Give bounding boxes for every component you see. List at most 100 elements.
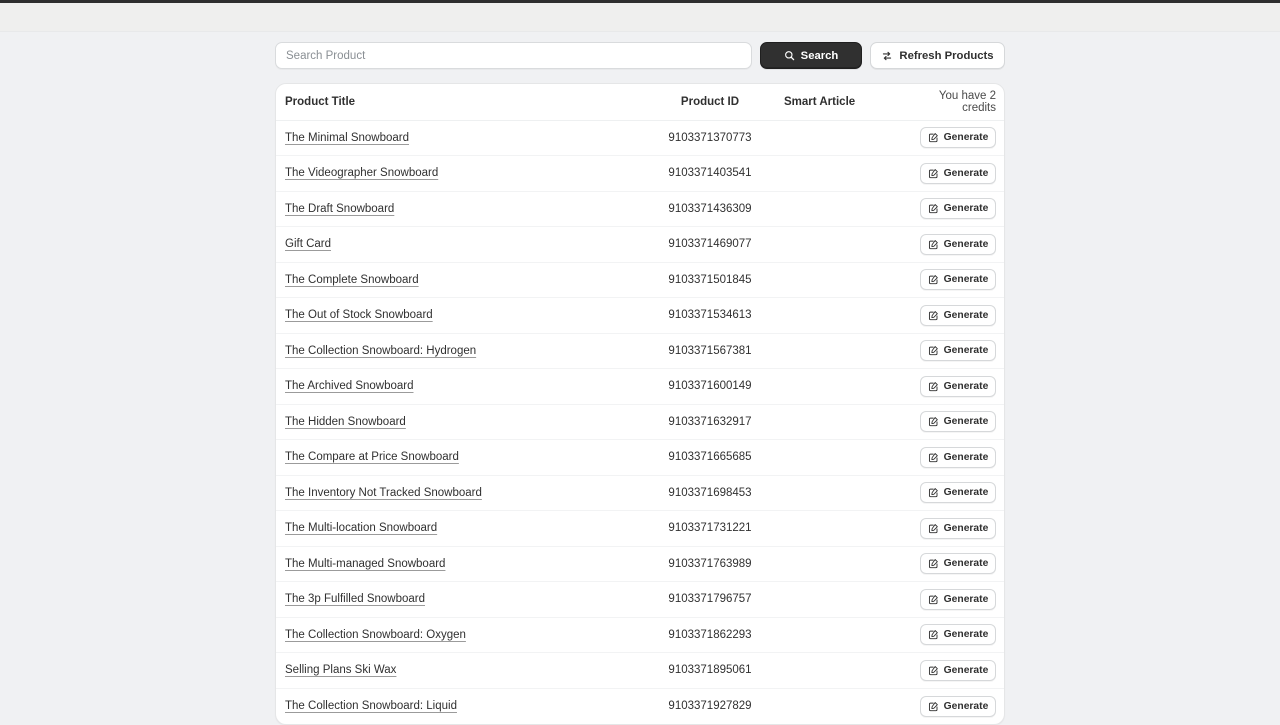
product-title-link[interactable]: The Collection Snowboard: Oxygen [285, 629, 466, 641]
cell-product-id: 9103371501845 [636, 262, 784, 298]
cell-action: Generate [902, 368, 1004, 405]
search-button-label: Search [800, 49, 839, 62]
table-row: The Inventory Not Tracked Snowboard 91033… [276, 475, 1004, 511]
product-title-link[interactable]: The 3p Fulfilled Snowboard [285, 593, 425, 605]
generate-button-label: Generate [943, 274, 989, 286]
compose-edit-icon [928, 381, 939, 392]
generate-button[interactable]: Generate [920, 411, 996, 433]
product-title-link[interactable]: The Collection Snowboard: Hydrogen [285, 345, 476, 357]
cell-smart-article [784, 404, 902, 440]
product-id-value: 9103371895061 [668, 664, 752, 677]
cell-action: Generate [902, 297, 1004, 334]
cell-product-id: 9103371370773 [636, 120, 784, 156]
generate-button-label: Generate [943, 593, 989, 605]
header-product-id: Product ID [636, 84, 784, 121]
product-id-value: 9103371698453 [668, 486, 752, 499]
cell-smart-article [784, 475, 902, 511]
generate-button[interactable]: Generate [920, 517, 996, 539]
generate-button[interactable]: Generate [920, 375, 996, 397]
compose-edit-icon [928, 629, 939, 640]
cell-action: Generate [902, 475, 1004, 511]
compose-edit-icon [928, 274, 939, 285]
generate-button[interactable]: Generate [920, 304, 996, 326]
generate-button[interactable]: Generate [920, 588, 996, 610]
generate-button[interactable]: Generate [920, 659, 996, 681]
cell-smart-article [784, 191, 902, 227]
cell-smart-article [784, 581, 902, 618]
product-title-link[interactable]: The Minimal Snowboard [285, 132, 409, 144]
generate-button-label: Generate [943, 558, 989, 570]
cell-action: Generate [902, 404, 1004, 440]
generate-button-label: Generate [943, 700, 989, 712]
generate-button[interactable]: Generate [920, 162, 996, 184]
refresh-products-button[interactable]: Refresh Products [870, 42, 1005, 69]
table-row: The Multi-managed Snowboard 9103371763989… [276, 546, 1004, 582]
generate-button[interactable]: Generate [920, 340, 996, 362]
generate-button[interactable]: Generate [920, 695, 996, 717]
product-id-value: 9103371370773 [668, 131, 752, 144]
cell-product-id: 9103371534613 [636, 297, 784, 334]
product-title-link[interactable]: The Hidden Snowboard [285, 416, 406, 428]
generate-button-label: Generate [943, 451, 989, 463]
cell-action: Generate [902, 155, 1004, 192]
cell-product-title: Selling Plans Ski Wax [276, 652, 636, 689]
cell-product-id: 9103371862293 [636, 617, 784, 653]
product-title-link[interactable]: The Draft Snowboard [285, 203, 394, 215]
product-title-link[interactable]: Gift Card [285, 238, 331, 250]
generate-button[interactable]: Generate [920, 198, 996, 220]
generate-button[interactable]: Generate [920, 446, 996, 468]
search-input[interactable] [275, 42, 752, 69]
compose-edit-icon [928, 345, 939, 356]
cell-product-id: 9103371665685 [636, 439, 784, 476]
generate-button[interactable]: Generate [920, 233, 996, 255]
product-title-link[interactable]: The Videographer Snowboard [285, 167, 438, 179]
generate-button-label: Generate [943, 380, 989, 392]
compose-edit-icon [928, 416, 939, 427]
cell-product-title: The Collection Snowboard: Oxygen [276, 617, 636, 653]
product-title-link[interactable]: The Multi-managed Snowboard [285, 558, 445, 570]
table-row: Selling Plans Ski Wax 9103371895061 Genera… [276, 652, 1004, 689]
cell-action: Generate [902, 262, 1004, 298]
generate-button[interactable]: Generate [920, 269, 996, 291]
product-id-value: 9103371731221 [668, 522, 752, 535]
product-title-link[interactable]: The Collection Snowboard: Liquid [285, 700, 457, 712]
product-id-value: 9103371600149 [668, 380, 752, 393]
product-title-link[interactable]: The Inventory Not Tracked Snowboard [285, 487, 482, 499]
generate-button-label: Generate [943, 345, 989, 357]
search-button[interactable]: Search [760, 42, 862, 69]
generate-button[interactable]: Generate [920, 482, 996, 504]
cell-product-title: The Multi-location Snowboard [276, 510, 636, 547]
generate-button[interactable]: Generate [920, 553, 996, 575]
table-row: The Collection Snowboard: Oxygen 91033718… [276, 617, 1004, 653]
generate-button-label: Generate [943, 664, 989, 676]
cell-product-id: 9103371567381 [636, 333, 784, 369]
products-table: Product Title Product ID Smart Article Y… [276, 84, 1004, 724]
compose-edit-icon [928, 168, 939, 179]
generate-button-label: Generate [943, 167, 989, 179]
product-title-link[interactable]: The Complete Snowboard [285, 274, 419, 286]
cell-product-title: The Collection Snowboard: Hydrogen [276, 333, 636, 369]
credits-label: You have 2 credits [902, 84, 1004, 121]
generate-button[interactable]: Generate [920, 624, 996, 646]
cell-product-title: The Compare at Price Snowboard [276, 439, 636, 476]
product-title-link[interactable]: The Archived Snowboard [285, 380, 414, 392]
cell-product-title: The Collection Snowboard: Liquid [276, 688, 636, 724]
product-title-link[interactable]: Selling Plans Ski Wax [285, 664, 396, 676]
compose-edit-icon [928, 239, 939, 250]
app-root: Search Refresh Products Product Title [0, 32, 1280, 725]
product-title-link[interactable]: The Compare at Price Snowboard [285, 451, 459, 463]
table-row: The Out of Stock Snowboard 9103371534613 G… [276, 297, 1004, 334]
table-row: The Multi-location Snowboard 910337173122… [276, 510, 1004, 547]
refresh-products-label: Refresh Products [899, 49, 994, 62]
product-id-value: 9103371763989 [668, 557, 752, 570]
product-title-link[interactable]: The Out of Stock Snowboard [285, 309, 433, 321]
table-row: The Collection Snowboard: Hydrogen 910337… [276, 333, 1004, 369]
generate-button[interactable]: Generate [920, 127, 996, 149]
cell-product-title: The Videographer Snowboard [276, 155, 636, 192]
cell-product-title: The 3p Fulfilled Snowboard [276, 581, 636, 618]
cell-action: Generate [902, 688, 1004, 724]
compose-edit-icon [928, 310, 939, 321]
product-title-link[interactable]: The Multi-location Snowboard [285, 522, 437, 534]
generate-button-label: Generate [943, 487, 989, 499]
table-row: The Archived Snowboard 9103371600149 Gener… [276, 368, 1004, 405]
